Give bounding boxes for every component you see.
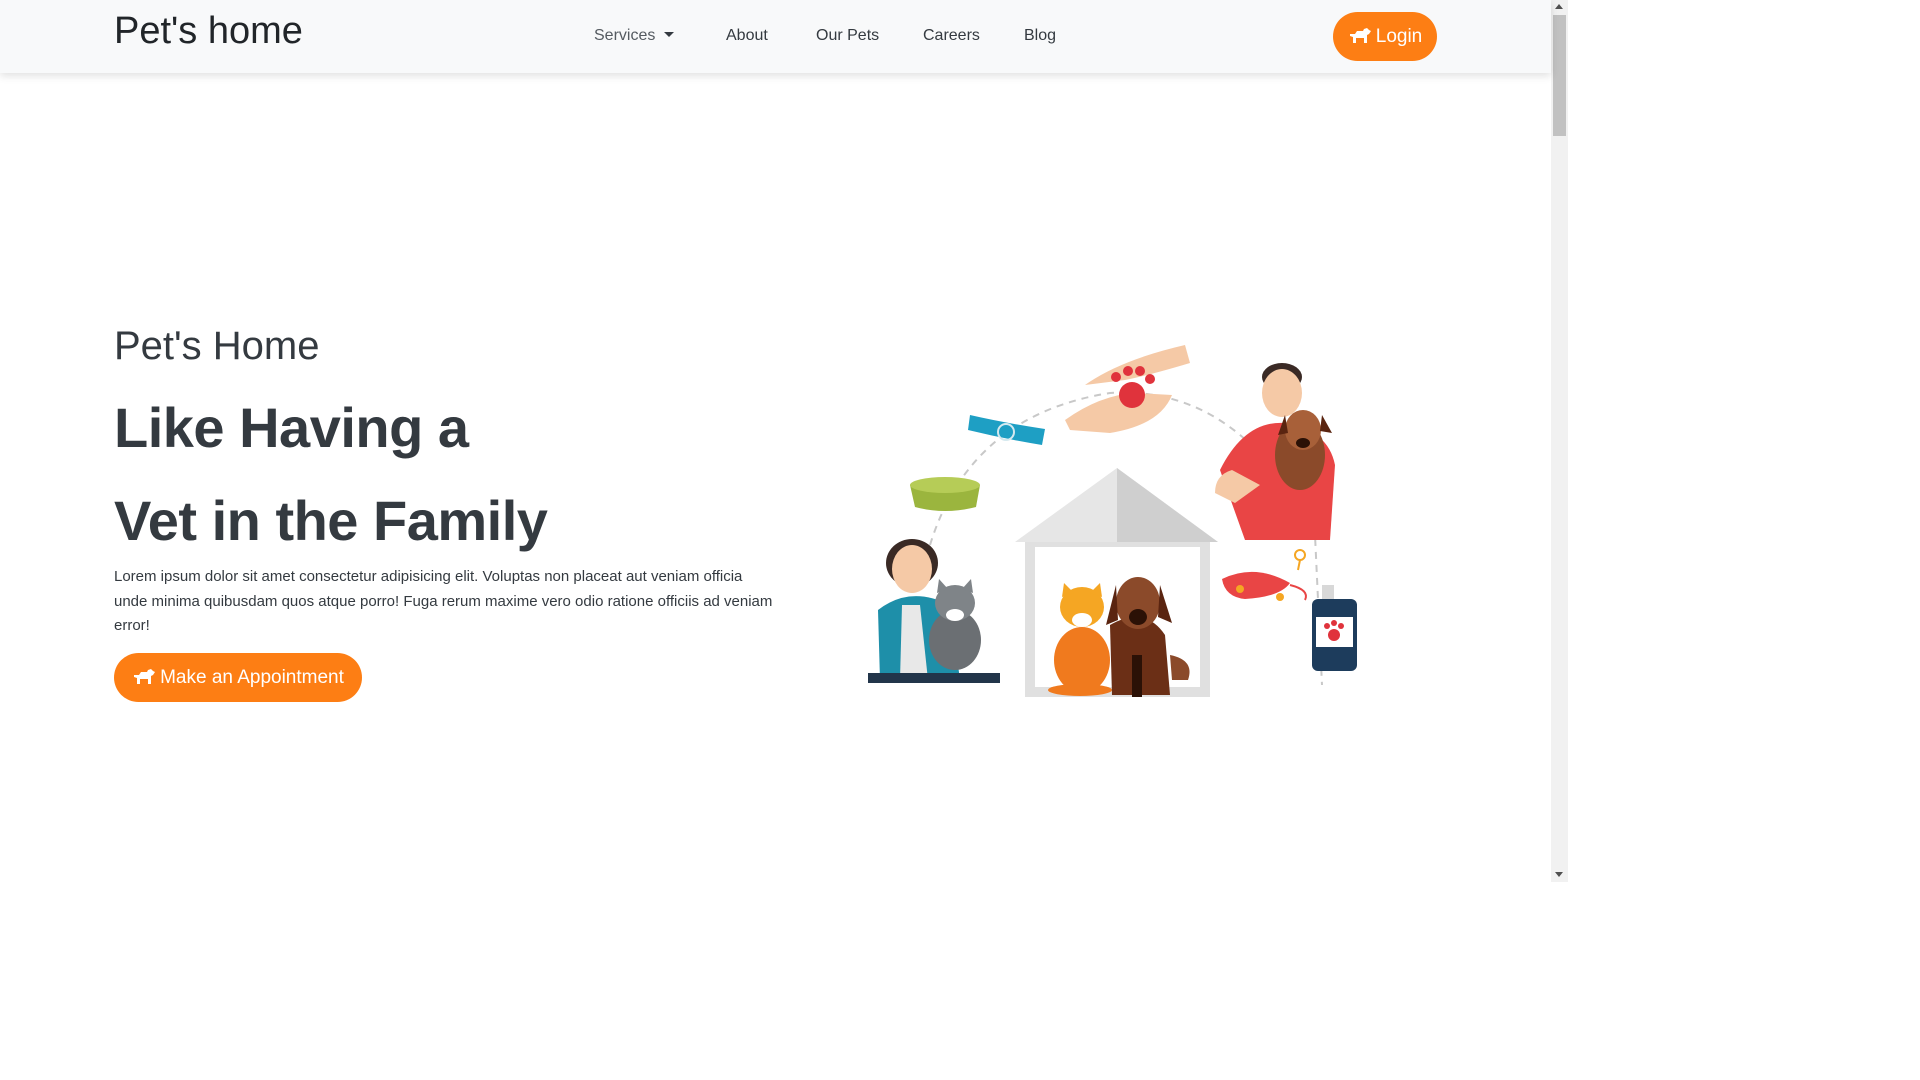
nav-services-dropdown[interactable]: Services bbox=[594, 27, 674, 45]
login-label: Login bbox=[1375, 25, 1423, 47]
scroll-down-icon[interactable] bbox=[1555, 872, 1563, 877]
caret-down-icon bbox=[663, 31, 674, 37]
dog-icon bbox=[1349, 27, 1371, 43]
make-appointment-button[interactable]: Make an Appointment bbox=[114, 653, 362, 702]
scroll-up-icon[interactable] bbox=[1555, 4, 1563, 9]
make-appointment-label: Make an Appointment bbox=[160, 666, 344, 688]
scroll-thumb[interactable] bbox=[1553, 15, 1566, 136]
nav-blog[interactable]: Blog bbox=[1024, 27, 1056, 45]
food-bowl-icon bbox=[910, 477, 980, 511]
vet-pets-illustration bbox=[868, 345, 1357, 697]
nav-about[interactable]: About bbox=[726, 27, 768, 45]
hero-subtitle: Pet's Home bbox=[114, 324, 320, 368]
man-with-dog-icon bbox=[1215, 363, 1335, 540]
hands-paw-icon bbox=[1065, 345, 1190, 433]
dog-icon bbox=[134, 668, 156, 684]
hero-heading-line2: Vet in the Family bbox=[114, 489, 548, 552]
nav-our-pets[interactable]: Our Pets bbox=[816, 27, 879, 45]
hero-description: Lorem ipsum dolor sit amet consectetur a… bbox=[114, 568, 773, 634]
login-button[interactable]: Login bbox=[1333, 12, 1437, 61]
nav-services-label: Services bbox=[594, 27, 656, 44]
nav-careers[interactable]: Careers bbox=[923, 27, 980, 45]
hero-heading-line1: Like Having a bbox=[114, 396, 469, 459]
gray-cat-icon bbox=[929, 579, 981, 670]
navbar: Pet's home Services About Our Pets Caree… bbox=[0, 0, 1551, 73]
collar-icon bbox=[968, 415, 1045, 445]
brand-logo[interactable]: Pet's home bbox=[114, 10, 303, 53]
toy-mouse-icon bbox=[1222, 549, 1307, 601]
page-scrollbar[interactable] bbox=[1551, 0, 1568, 882]
vet-woman-icon bbox=[868, 539, 1000, 683]
